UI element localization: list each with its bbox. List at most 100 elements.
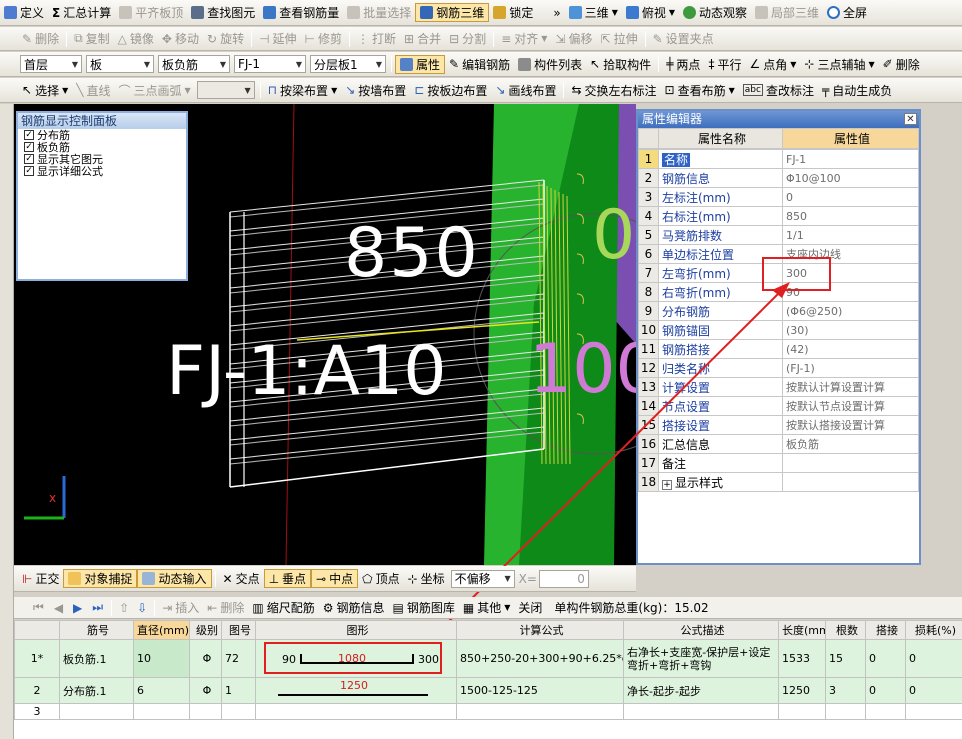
property-value[interactable]: (42) [782,339,919,359]
last-record-icon[interactable]: ⏭ [92,600,103,615]
floor-select[interactable]: 首层 ▼ [20,55,82,73]
properties-button[interactable]: 属性 [395,54,446,74]
cell-figure-no[interactable]: 72 [221,639,256,678]
offset-mode-select[interactable]: 不偏移 ▼ [450,569,515,588]
midpoint-snap[interactable]: ⊸ 中点 [311,569,359,588]
flatten-top-button[interactable]: 平齐板顶 [115,3,187,23]
view-rebar-button[interactable]: 查看钢筋量 [259,3,343,23]
merge-tool[interactable]: ⊞ 合并 [400,29,445,49]
type-select[interactable]: 板 ▼ [86,55,154,73]
dynamic-input-toggle[interactable]: 动态输入 [137,569,212,588]
property-row[interactable]: 17 备注 [638,453,919,473]
cell-shape[interactable]: 1250 [255,677,457,704]
break-tool[interactable]: ⋮ 打断 [353,29,400,49]
cell-loss[interactable]: 0 [905,677,962,704]
3d-view-button[interactable]: 三维 ▼ [565,3,622,23]
cell-formula[interactable]: 1500-125-125 [456,677,624,704]
rebar-info-button[interactable]: ⚙ 钢筋信息 [319,598,389,618]
view-layout-button[interactable]: ⊡ 查看布筋 ▼ [661,80,739,100]
arc-option-select[interactable]: ▼ [196,81,255,99]
batch-select-button[interactable]: 批量选择 [343,3,415,23]
property-value[interactable] [782,472,919,492]
next-record-icon[interactable]: ▶ [73,601,82,615]
property-value[interactable]: 按默认节点设置计算 [782,396,919,416]
rebar-library-button[interactable]: ▤ 钢筋图库 [389,598,459,618]
property-row[interactable]: 2 钢筋信息 Φ10@100 [638,168,919,188]
property-value[interactable]: 按默认计算设置计算 [782,377,919,397]
property-row[interactable]: 5 马凳筋排数 1/1 [638,225,919,245]
extend-tool[interactable]: ⊣ 延伸 [255,29,300,49]
first-record-icon[interactable]: ⏮ [33,600,44,615]
trim-tool[interactable]: ⊢ 修剪 [301,29,346,49]
property-row[interactable]: 4 右标注(mm) 850 [638,206,919,226]
coordinate-snap[interactable]: ⊹ 坐标 [404,569,449,589]
cell-description[interactable]: 净长-起步-起步 [623,677,779,704]
property-row[interactable]: 9 分布钢筋 (Φ6@250) [638,301,919,321]
cell-bar-name[interactable]: 分布筋.1 [59,677,134,704]
property-row[interactable]: 3 左标注(mm) 0 [638,187,919,207]
object-snap-toggle[interactable]: 对象捕捉 [63,569,138,588]
property-row[interactable]: 13 计算设置 按默认计算设置计算 [638,377,919,397]
dynamic-orbit-button[interactable]: 动态观察 [679,3,751,23]
property-value[interactable] [782,453,919,473]
overflow-button[interactable]: » [549,3,564,23]
split-tool[interactable]: ⊟ 分割 [445,29,490,49]
swap-labels-button[interactable]: ⇆ 交换左右标注 [567,80,660,100]
copy-tool[interactable]: ⧉ 复制 [70,29,114,49]
scaled-rebar-button[interactable]: ▥ 缩尺配筋 [248,598,318,618]
edit-rebar-button[interactable]: ✎ 编辑钢筋 [445,54,514,74]
property-value[interactable]: 板负筋 [782,434,919,454]
select-tool[interactable]: ↖ 选择 ▼ [18,80,72,100]
checkbox-show-formula[interactable]: ✓ 显示详细公式 [18,165,186,178]
local-3d-button[interactable]: 局部三维 [751,3,823,23]
rotate-tool[interactable]: ↻ 旋转 [203,29,248,49]
other-button[interactable]: ▦ 其他 ▼ [459,598,515,618]
align-tool[interactable]: ≡ 对齐 ▼ [497,29,551,49]
property-row[interactable]: 18 + 显示样式 [638,472,919,492]
delete-axis-button[interactable]: ✐ 删除 [879,54,924,74]
component-list-button[interactable]: 构件列表 [514,54,586,74]
name-select[interactable]: FJ-1 ▼ [234,55,306,73]
subtype-select[interactable]: 板负筋 ▼ [158,55,230,73]
property-row[interactable]: 16 汇总信息 板负筋 [638,434,919,454]
offset-tool[interactable]: ⇲ 偏移 [551,29,596,49]
cell-figure-no[interactable]: 1 [221,677,256,704]
layer-select[interactable]: 分层板1 ▼ [310,55,386,73]
property-value[interactable]: 850 [782,206,919,226]
cell-description[interactable]: 右净长+支座宽-保护层+设定弯折+弯折+弯钩 [623,639,779,678]
two-points-button[interactable]: ╪ 两点 [662,54,704,74]
delete-row-button[interactable]: ⇤ 删除 [203,598,248,618]
prev-record-icon[interactable]: ◀ [54,601,63,615]
table-row[interactable]: 3 [14,703,962,720]
ortho-toggle[interactable]: ⊩ 正交 [18,569,63,589]
stretch-tool[interactable]: ⇱ 拉伸 [597,29,642,49]
property-value[interactable]: 1/1 [782,225,919,245]
cell-grade[interactable]: Φ [189,639,222,678]
property-row[interactable]: 14 节点设置 按默认节点设置计算 [638,396,919,416]
slab-edge-layout-button[interactable]: ⊏ 按板边布置 [410,80,491,100]
cell-diameter[interactable]: 6 [133,677,190,704]
property-value[interactable]: 0 [782,187,919,207]
vertex-snap[interactable]: ⬠ 顶点 [358,569,403,589]
cell-count[interactable]: 15 [825,639,866,678]
top-view-button[interactable]: 俯视 ▼ [622,3,679,23]
close-grid-button[interactable]: 关闭 [514,598,546,618]
cell-lap[interactable]: 0 [865,677,906,704]
intersection-snap[interactable]: ✕ 交点 [219,569,264,589]
move-up-icon[interactable]: ⇧ [119,601,129,615]
cell-length[interactable]: 1250 [778,677,826,704]
summary-calc-button[interactable]: Σ 汇总计算 [48,3,115,23]
parallel-button[interactable]: ‡ 平行 [704,54,745,74]
cell-grade[interactable]: Φ [189,677,222,704]
beam-layout-button[interactable]: ⊓ 按梁布置 ▼ [264,80,342,100]
property-row[interactable]: 10 钢筋锚固 (30) [638,320,919,340]
property-value[interactable]: 按默认搭接设置计算 [782,415,919,435]
rebar-3d-button[interactable]: 钢筋三维 [415,3,490,22]
define-button[interactable]: 定义 [0,3,48,23]
property-row[interactable]: 12 归类名称 (FJ-1) [638,358,919,378]
mirror-tool[interactable]: △ 镜像 [114,29,158,49]
property-row[interactable]: 11 钢筋搭接 (42) [638,339,919,359]
delete-tool[interactable]: ✎ 删除 [18,29,63,49]
x-coordinate-input[interactable]: 0 [538,569,589,588]
auto-generate-button[interactable]: ╤ 自动生成负 [818,80,896,100]
